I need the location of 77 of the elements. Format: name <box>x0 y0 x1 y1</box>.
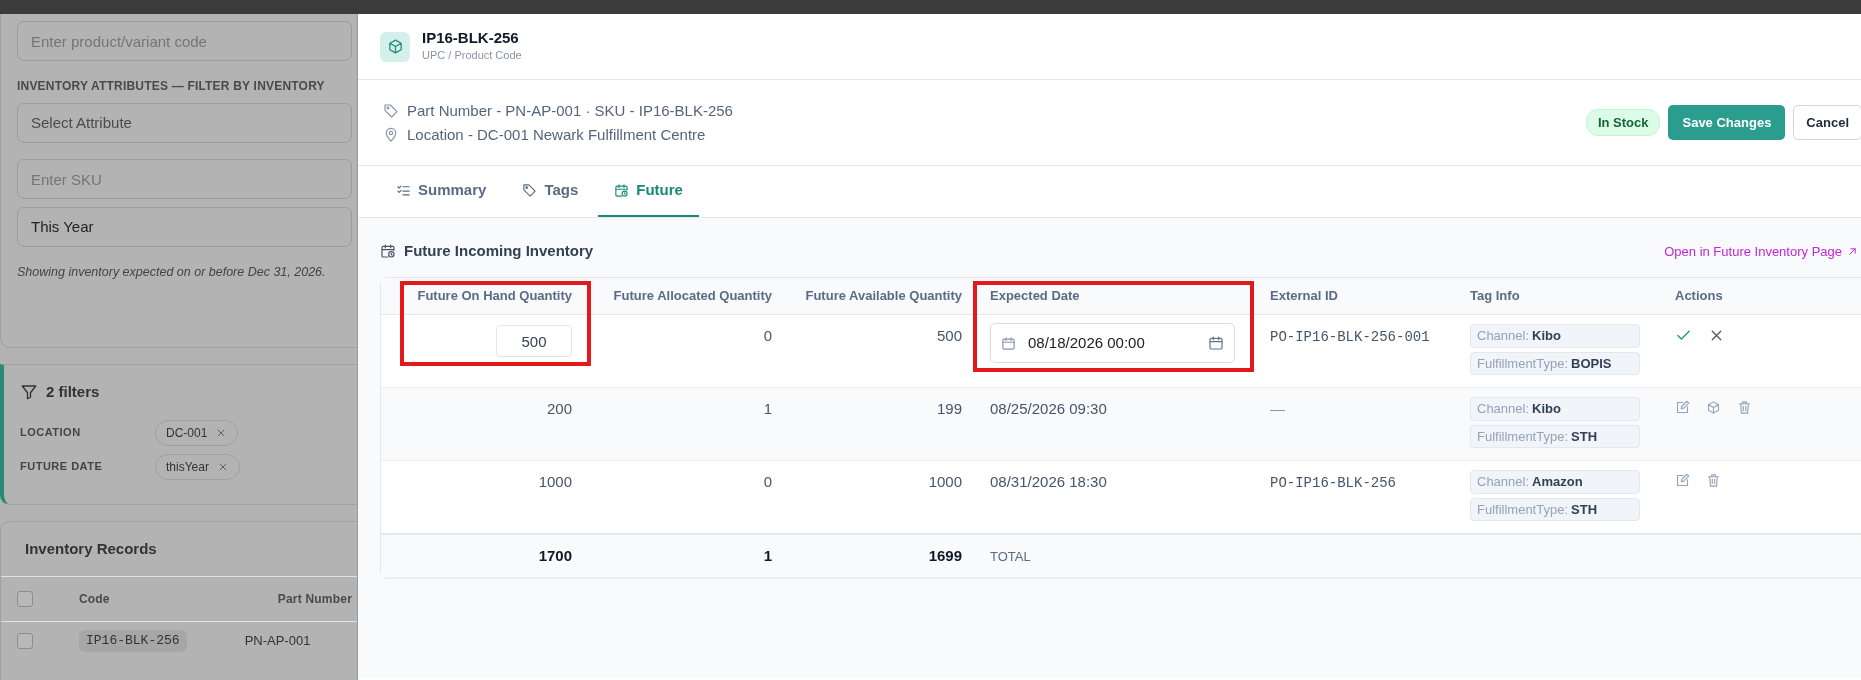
table-cell: — <box>1270 400 1285 417</box>
column-header: Tag Info <box>1470 288 1520 303</box>
section-label: INVENTORY ATTRIBUTES — FILTER BY INVENTORY <box>17 78 326 95</box>
records-title: Inventory Records <box>24 538 158 559</box>
column-header: Expected Date <box>990 288 1080 303</box>
tab[interactable]: Tags <box>506 166 595 217</box>
tag-chip: FulfillmentType: STH <box>1470 497 1640 521</box>
trash-icon[interactable] <box>1706 473 1721 488</box>
filter-value: DC-001 <box>166 424 208 442</box>
calendar-clock-icon <box>614 183 630 198</box>
column-header: Future Available Quantity <box>805 288 962 303</box>
filters-title: 2 filters <box>46 382 100 402</box>
code-field[interactable]: Enter product/variant code <box>17 21 352 61</box>
tag-chip: Channel: Kibo <box>1470 324 1640 348</box>
sku-field[interactable]: Enter SKU <box>17 159 352 199</box>
location-info: Location - DC-001 Newark Fulfillment Centre <box>407 124 706 145</box>
table-cell: PO-IP16-BLK-256 <box>1270 475 1397 491</box>
save-button[interactable]: Save Changes <box>1668 104 1786 141</box>
column-header: Future Allocated Quantity <box>613 288 772 303</box>
calendar-clock-icon <box>380 243 396 260</box>
table-cell: PO-IP16-BLK-256-001 <box>1270 329 1430 345</box>
date-field[interactable]: 08/18/2026 00:00 <box>990 323 1235 363</box>
cancel-button[interactable]: Cancel <box>1793 104 1861 141</box>
edit-icon[interactable] <box>1675 473 1690 488</box>
edit-icon[interactable] <box>1675 400 1690 415</box>
part-info: Part Number - PN-AP-001 · SKU - IP16-BLK-256 <box>407 100 733 121</box>
table-cell: 08/31/2026 18:30 <box>990 473 1107 490</box>
total-cell: 1700 <box>538 546 572 564</box>
table-cell: 199 <box>936 400 962 417</box>
helper-text: Showing inventory expected on or before Dec 31, 2026. <box>17 264 327 281</box>
column-header: Actions <box>1675 288 1723 303</box>
open-page-link[interactable]: Open in Future Inventory Page <box>1664 241 1859 261</box>
tab[interactable]: Summary <box>380 166 503 217</box>
tag-chip: Channel: Amazon <box>1470 470 1640 494</box>
checkbox[interactable] <box>17 632 33 649</box>
column-header: External ID <box>1270 288 1338 303</box>
drawer-title: IP16-BLK-256 <box>422 29 520 48</box>
table-cell: 1 <box>763 400 772 417</box>
table-cell: 1000 <box>538 473 572 490</box>
tag-icon <box>383 102 399 119</box>
tag-icon <box>522 183 538 198</box>
checkbox[interactable] <box>17 591 33 607</box>
cube-icon[interactable] <box>1706 400 1721 415</box>
attribute-select[interactable]: Select Attribute <box>17 103 352 143</box>
calendar-icon <box>1001 335 1016 351</box>
drawer-subtitle: UPC / Product Code <box>422 48 522 64</box>
tag-chip: FulfillmentType: STH <box>1470 424 1640 448</box>
table-cell: 200 <box>546 400 572 417</box>
table-cell: 0 <box>763 327 772 344</box>
total-label: TOTAL <box>990 548 1031 564</box>
location-pin-icon <box>383 126 399 143</box>
section-title: Future Incoming Inventory <box>404 241 594 261</box>
quantity-field[interactable]: 500 <box>496 325 572 357</box>
status-badge: In Stock <box>1585 108 1661 137</box>
table-cell: 0 <box>763 473 772 490</box>
trash-icon[interactable] <box>1737 400 1752 415</box>
column-header: Part Number <box>277 591 352 608</box>
table-cell: 08/25/2026 09:30 <box>990 400 1107 417</box>
filter-icon <box>20 383 38 402</box>
code-tag: IP16-BLK-256 <box>79 630 187 652</box>
table-cell-text: PN-AP-001 <box>244 632 311 650</box>
total-cell: 1699 <box>928 546 962 564</box>
column-header: Code <box>78 591 111 608</box>
column-header: Future On Hand Quantity <box>417 288 572 303</box>
filter-value: thisYear <box>166 458 209 476</box>
date-input[interactable]: 08/18/2026 00:00 <box>1026 330 1198 356</box>
tag-chip: FulfillmentType: BOPIS <box>1470 351 1640 375</box>
table-cell: 1000 <box>928 473 962 490</box>
checklist-icon <box>396 183 411 198</box>
date-select[interactable]: This Year <box>17 207 352 247</box>
filter-label: LOCATION <box>20 425 82 441</box>
calendar-picker-icon[interactable] <box>1208 335 1224 351</box>
table-cell: 500 <box>936 327 962 344</box>
tag-chip: Channel: Kibo <box>1470 397 1640 421</box>
total-cell: 1 <box>763 546 772 564</box>
filter-label: FUTURE DATE <box>20 459 104 475</box>
product-icon <box>380 31 410 62</box>
